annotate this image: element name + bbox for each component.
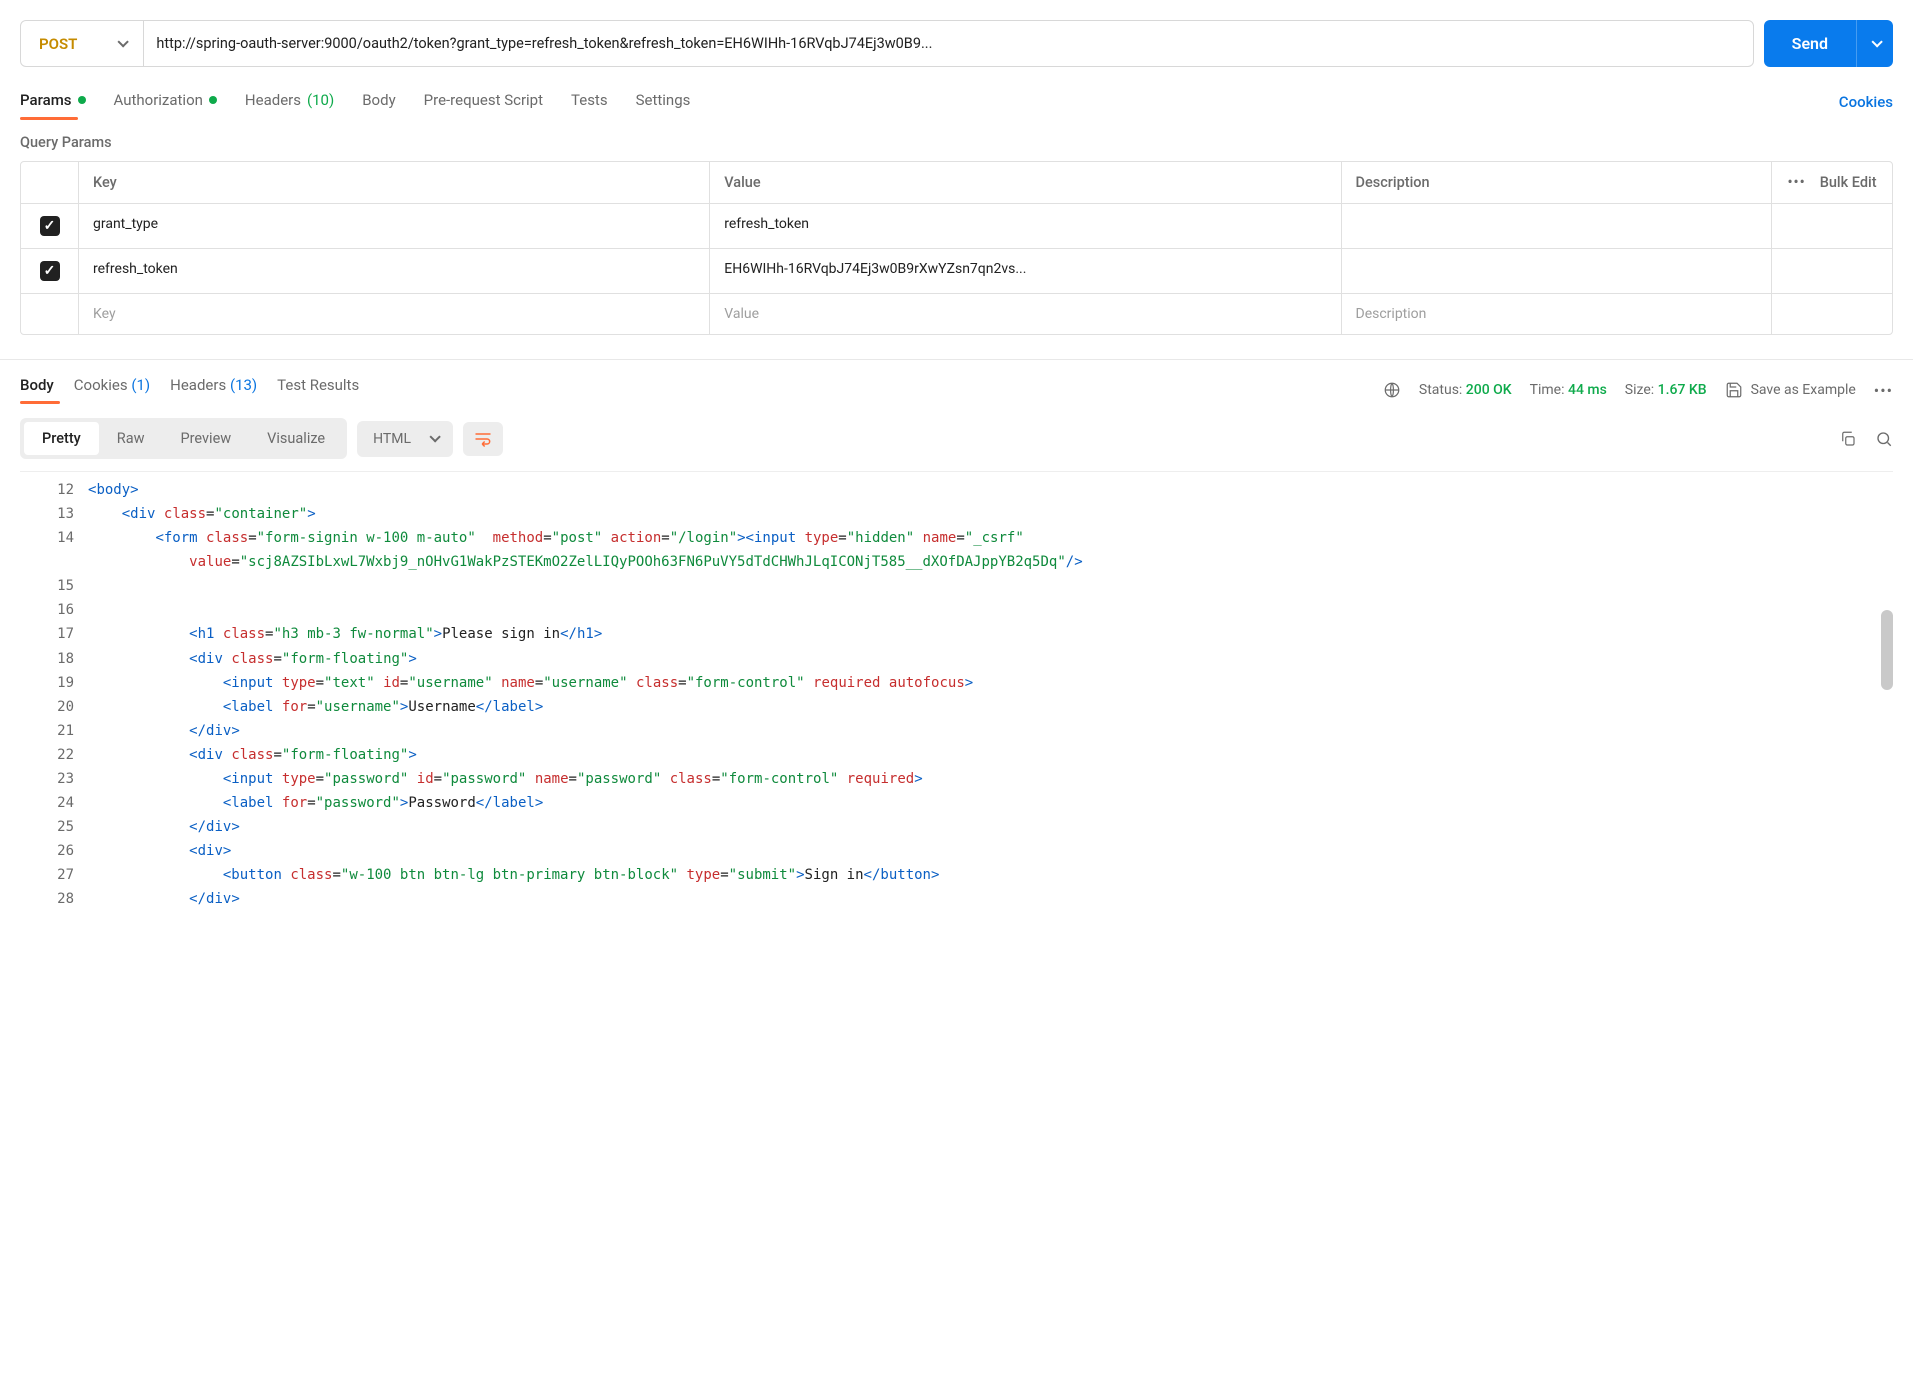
response-format-select[interactable]: HTML — [357, 421, 453, 457]
response-tab-headers-label: Headers — [170, 376, 226, 394]
response-headers-count: (13) — [230, 376, 257, 394]
chevron-down-icon — [118, 36, 129, 47]
tab-tests[interactable]: Tests — [571, 85, 608, 119]
header-key: Key — [79, 162, 710, 203]
view-visualize-button[interactable]: Visualize — [249, 422, 343, 455]
tab-authorization-label: Authorization — [114, 91, 203, 109]
param-key-placeholder[interactable]: Key — [79, 294, 710, 334]
chevron-down-icon — [429, 431, 440, 442]
view-raw-button[interactable]: Raw — [99, 422, 163, 455]
header-description: Description — [1342, 162, 1773, 203]
param-key-cell[interactable]: refresh_token — [79, 249, 710, 293]
line-number-gutter: 121314 1516171819202122232425262728 — [20, 472, 88, 917]
param-key-cell[interactable]: grant_type — [79, 204, 710, 248]
view-mode-toggle: Pretty Raw Preview Visualize — [20, 418, 347, 459]
cookies-link[interactable]: Cookies — [1839, 93, 1893, 111]
check-icon: ✓ — [44, 219, 56, 233]
globe-icon[interactable] — [1383, 381, 1401, 399]
active-indicator-dot — [78, 96, 86, 104]
param-desc-cell[interactable] — [1342, 249, 1773, 293]
tab-params-label: Params — [20, 91, 72, 109]
param-value-cell[interactable]: EH6WIHh-16RVqbJ74Ej3w0B9rXwYZsn7qn2vs... — [710, 249, 1341, 293]
size-label: Size: — [1625, 382, 1654, 398]
header-check-col — [21, 162, 79, 203]
view-pretty-button[interactable]: Pretty — [24, 422, 99, 455]
tab-params[interactable]: Params — [20, 85, 86, 119]
status-value: 200 OK — [1466, 382, 1512, 398]
save-icon — [1725, 381, 1743, 399]
param-value-placeholder[interactable]: Value — [710, 294, 1341, 334]
status-meta: Status: 200 OK — [1419, 382, 1512, 398]
tab-headers-label: Headers — [245, 91, 301, 109]
size-value: 1.67 KB — [1658, 382, 1707, 398]
size-meta: Size: 1.67 KB — [1625, 382, 1707, 398]
query-params-title: Query Params — [20, 134, 1893, 151]
query-params-table: Key Value Description ••• Bulk Edit ✓ gr… — [20, 161, 1893, 335]
tab-headers[interactable]: Headers (10) — [245, 85, 334, 119]
table-row: ✓ grant_type refresh_token — [21, 204, 1892, 249]
tab-settings[interactable]: Settings — [636, 85, 691, 119]
row-checkbox[interactable]: ✓ — [40, 261, 60, 281]
param-value-cell[interactable]: refresh_token — [710, 204, 1341, 248]
response-tab-cookies[interactable]: Cookies (1) — [74, 376, 150, 404]
param-desc-placeholder[interactable]: Description — [1342, 294, 1773, 334]
tab-body[interactable]: Body — [362, 85, 395, 119]
line-wrap-button[interactable] — [463, 422, 503, 456]
code-content[interactable]: <body> <div class="container"> <form cla… — [88, 472, 1893, 917]
response-body-code[interactable]: 121314 1516171819202122232425262728 <bod… — [20, 471, 1893, 917]
http-method-select[interactable]: POST — [21, 21, 144, 66]
response-tab-headers[interactable]: Headers (13) — [170, 376, 257, 404]
tab-prerequest[interactable]: Pre-request Script — [424, 85, 543, 119]
chevron-down-icon — [1871, 36, 1882, 47]
response-tab-cookies-label: Cookies — [74, 376, 128, 394]
status-label: Status: — [1419, 382, 1462, 398]
time-value: 44 ms — [1568, 382, 1607, 398]
table-row-empty: Key Value Description — [21, 294, 1892, 334]
param-desc-cell[interactable] — [1342, 204, 1773, 248]
time-label: Time: — [1530, 382, 1565, 398]
save-example-label: Save as Example — [1751, 382, 1856, 398]
save-as-example-button[interactable]: Save as Example — [1725, 381, 1856, 399]
check-icon: ✓ — [44, 264, 56, 278]
copy-icon[interactable] — [1839, 430, 1857, 448]
cookies-count: (1) — [131, 376, 150, 394]
time-meta: Time: 44 ms — [1530, 382, 1607, 398]
view-preview-button[interactable]: Preview — [163, 422, 250, 455]
search-icon[interactable] — [1875, 430, 1893, 448]
table-row: ✓ refresh_token EH6WIHh-16RVqbJ74Ej3w0B9… — [21, 249, 1892, 294]
tab-authorization[interactable]: Authorization — [114, 85, 217, 119]
send-button[interactable]: Send — [1764, 20, 1893, 67]
response-tab-test-results[interactable]: Test Results — [277, 376, 359, 404]
more-options-icon[interactable]: ••• — [1874, 381, 1893, 400]
http-method-label: POST — [39, 35, 77, 53]
send-button-label: Send — [1764, 20, 1856, 67]
headers-count: (10) — [307, 91, 334, 109]
send-dropdown[interactable] — [1857, 36, 1893, 52]
bulk-edit-link[interactable]: Bulk Edit — [1820, 174, 1877, 191]
more-options-icon[interactable]: ••• — [1787, 174, 1805, 191]
wrap-icon — [473, 430, 493, 448]
format-label: HTML — [373, 431, 411, 447]
active-indicator-dot — [209, 96, 217, 104]
url-input[interactable]: http://spring-oauth-server:9000/oauth2/t… — [144, 21, 1752, 66]
scrollbar-thumb[interactable] — [1881, 610, 1893, 690]
header-value: Value — [710, 162, 1341, 203]
row-checkbox[interactable]: ✓ — [40, 216, 60, 236]
response-tab-body[interactable]: Body — [20, 376, 54, 404]
